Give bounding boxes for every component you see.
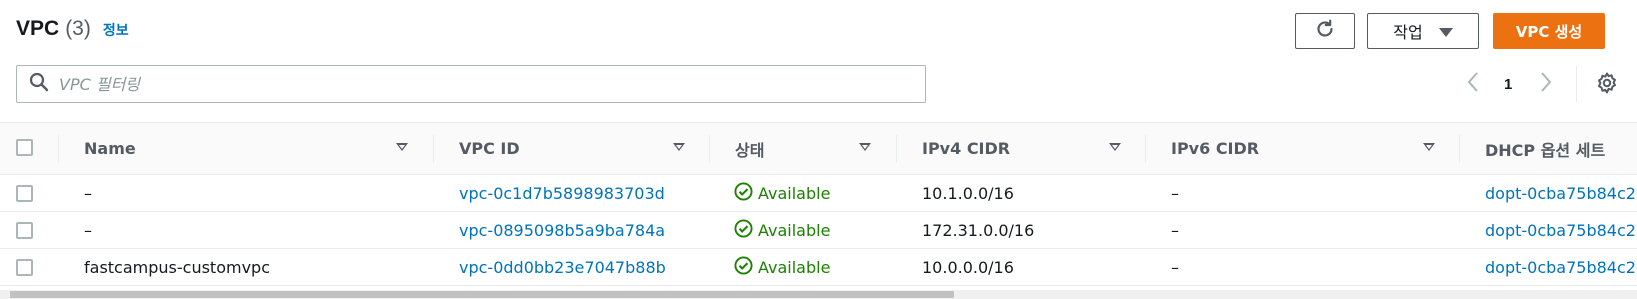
cell-ipv4-cidr: 10.0.0.0/16 (922, 258, 1014, 277)
cell-status: Available (734, 249, 830, 286)
check-circle-icon (734, 182, 753, 205)
column-header-ipv6-cidr[interactable]: IPv6 CIDR (1171, 123, 1451, 174)
pagination-divider (1576, 66, 1577, 102)
title-group: VPC (3) 정보 (16, 17, 129, 41)
column-header-name[interactable]: Name (84, 123, 414, 174)
sort-caret-icon[interactable] (859, 143, 871, 151)
column-divider (896, 135, 897, 163)
cell-dhcp-options-link[interactable]: dopt-0cba75b84c2e (1485, 212, 1637, 249)
cell-dhcp-options-link[interactable]: dopt-0cba75b84c2e (1485, 249, 1637, 286)
column-divider (709, 135, 710, 163)
cell-vpc-id-link[interactable]: vpc-0dd0bb23e7047b88b (459, 249, 666, 286)
cell-status: Available (734, 175, 830, 212)
vpc-list-header: VPC (3) 정보 작업 VPC 생성 1 (0, 0, 1637, 118)
sort-caret-icon[interactable] (1423, 143, 1435, 151)
caret-down-icon (1438, 27, 1453, 37)
info-link[interactable]: 정보 (103, 20, 129, 40)
row-checkbox[interactable] (16, 222, 33, 239)
refresh-icon (1314, 18, 1336, 44)
pagination-next-button[interactable] (1539, 70, 1553, 98)
cell-ipv6-cidr: – (1171, 184, 1179, 203)
column-header-dhcp-options[interactable]: DHCP 옵션 세트 (1485, 123, 1637, 174)
actions-label: 작업 (1393, 23, 1423, 42)
sort-caret-icon[interactable] (396, 143, 408, 151)
row-checkbox[interactable] (16, 259, 33, 276)
cell-ipv4-cidr: 10.1.0.0/16 (922, 184, 1014, 203)
column-header-status[interactable]: 상태 (735, 123, 885, 174)
cell-status: Available (734, 212, 830, 249)
search-input[interactable] (59, 66, 925, 102)
actions-dropdown-button[interactable]: 작업 (1367, 13, 1479, 49)
preferences-gear-icon[interactable] (1595, 71, 1619, 100)
column-divider (433, 135, 434, 163)
vpc-filter-search[interactable] (16, 65, 926, 103)
chevron-right-icon (1539, 71, 1553, 98)
pagination-prev-button[interactable] (1466, 70, 1480, 98)
table-row[interactable]: – vpc-0895098b5a9ba784a Available 172.31… (0, 212, 1637, 249)
horizontal-scrollbar-thumb[interactable] (10, 291, 954, 298)
check-circle-icon (734, 219, 753, 242)
pagination-current-page[interactable]: 1 (1504, 70, 1512, 98)
page-title: VPC (16, 17, 60, 40)
table-row[interactable]: – vpc-0c1d7b5898983703d Available 10.1.0… (0, 175, 1637, 212)
vpc-count: (3) (65, 17, 91, 40)
column-divider (1459, 135, 1460, 163)
cell-ipv6-cidr: – (1171, 258, 1179, 277)
status-text: Available (758, 184, 831, 203)
cell-ipv6-cidr: – (1171, 221, 1179, 240)
check-circle-icon (734, 256, 753, 279)
column-header-ipv4-cidr[interactable]: IPv4 CIDR (922, 123, 1132, 174)
sort-caret-icon[interactable] (673, 143, 685, 151)
cell-ipv4-cidr: 172.31.0.0/16 (922, 221, 1035, 240)
sort-caret-icon[interactable] (1109, 143, 1121, 151)
column-divider (58, 135, 59, 163)
cell-vpc-id-link[interactable]: vpc-0c1d7b5898983703d (459, 175, 665, 212)
status-text: Available (758, 221, 831, 240)
status-text: Available (758, 258, 831, 277)
search-icon (17, 72, 49, 97)
cell-dhcp-options-link[interactable]: dopt-0cba75b84c2e (1485, 175, 1637, 212)
select-all-checkbox[interactable] (16, 139, 33, 156)
refresh-button[interactable] (1295, 13, 1355, 49)
row-checkbox[interactable] (16, 185, 33, 202)
table-row[interactable]: fastcampus-customvpc vpc-0dd0bb23e7047b8… (0, 249, 1637, 286)
create-vpc-button[interactable]: VPC 생성 (1493, 13, 1605, 49)
table-header-row: Name VPC ID 상태 IPv4 CIDR IPv6 CIDR DHCP … (0, 122, 1637, 175)
cell-vpc-id-link[interactable]: vpc-0895098b5a9ba784a (459, 212, 665, 249)
chevron-left-icon (1466, 71, 1480, 98)
cell-name: – (84, 221, 92, 240)
column-divider (1145, 135, 1146, 163)
column-header-vpc-id[interactable]: VPC ID (459, 123, 699, 174)
cell-name: – (84, 184, 92, 203)
cell-name: fastcampus-customvpc (84, 258, 270, 277)
